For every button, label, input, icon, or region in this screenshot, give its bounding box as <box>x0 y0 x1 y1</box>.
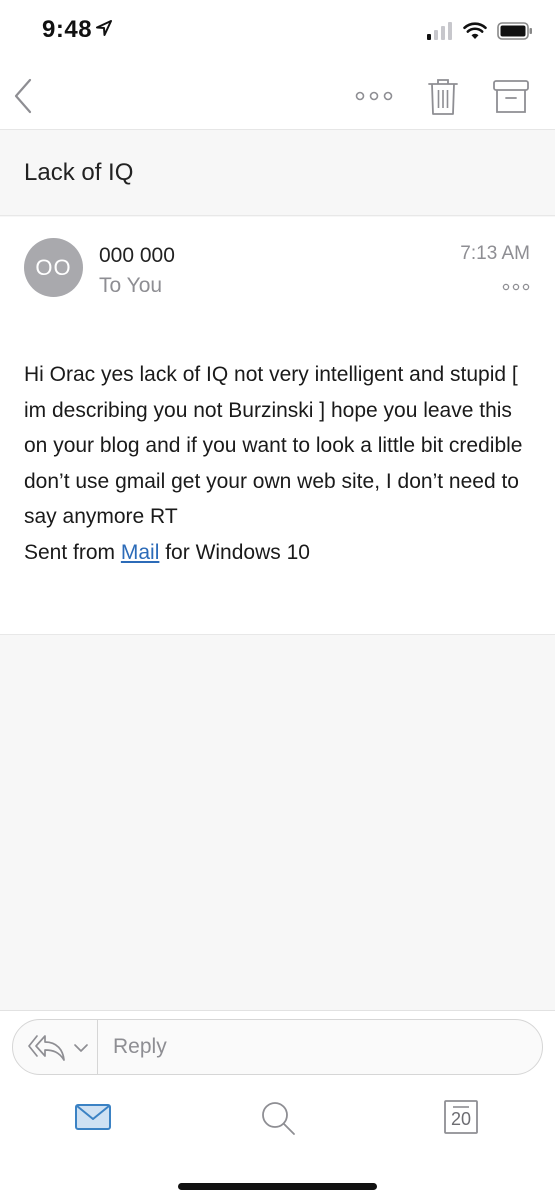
avatar[interactable]: OO <box>24 238 83 297</box>
message-body-text: Hi Orac yes lack of IQ not very intellig… <box>24 363 523 528</box>
calendar-tab[interactable]: 20 <box>443 1097 479 1137</box>
chevron-down-icon[interactable] <box>73 1042 89 1054</box>
navigation-bar <box>0 62 555 130</box>
mail-link[interactable]: Mail <box>121 541 160 564</box>
message-more-icon[interactable] <box>501 281 531 293</box>
mail-icon[interactable] <box>74 1101 112 1133</box>
back-chevron-icon[interactable] <box>10 76 40 116</box>
search-icon[interactable] <box>259 1099 297 1137</box>
signature-prefix: Sent from <box>24 540 121 564</box>
cellular-signal-icon <box>427 22 452 40</box>
reply-bar: 20 <box>0 1010 555 1200</box>
home-indicator <box>178 1183 377 1190</box>
email-subject: Lack of IQ <box>24 159 134 186</box>
wifi-icon <box>463 22 487 39</box>
message-card: OO 000 000 To You 7:13 AM Hi Orac yes la… <box>0 217 555 635</box>
archive-icon[interactable] <box>492 78 530 116</box>
reply-all-icon[interactable] <box>27 1032 67 1064</box>
reply-pill <box>12 1019 543 1075</box>
sender-name[interactable]: 000 000 <box>99 244 175 268</box>
more-options-icon[interactable] <box>352 86 396 106</box>
status-bar: 9:48 <box>0 0 555 62</box>
reply-divider <box>97 1020 98 1074</box>
subject-bar: Lack of IQ <box>0 131 555 216</box>
status-icons <box>427 22 533 40</box>
trash-icon[interactable] <box>426 76 460 116</box>
message-time: 7:13 AM <box>460 243 530 264</box>
signature-suffix: for Windows 10 <box>159 540 310 564</box>
battery-icon <box>497 22 532 40</box>
message-body: Hi Orac yes lack of IQ not very intellig… <box>24 357 534 570</box>
calendar-day: 20 <box>450 1109 472 1129</box>
reply-input[interactable] <box>113 1028 523 1066</box>
recipient-line: To You <box>99 274 163 297</box>
location-arrow-icon <box>96 20 112 36</box>
status-time: 9:48 <box>42 16 93 43</box>
